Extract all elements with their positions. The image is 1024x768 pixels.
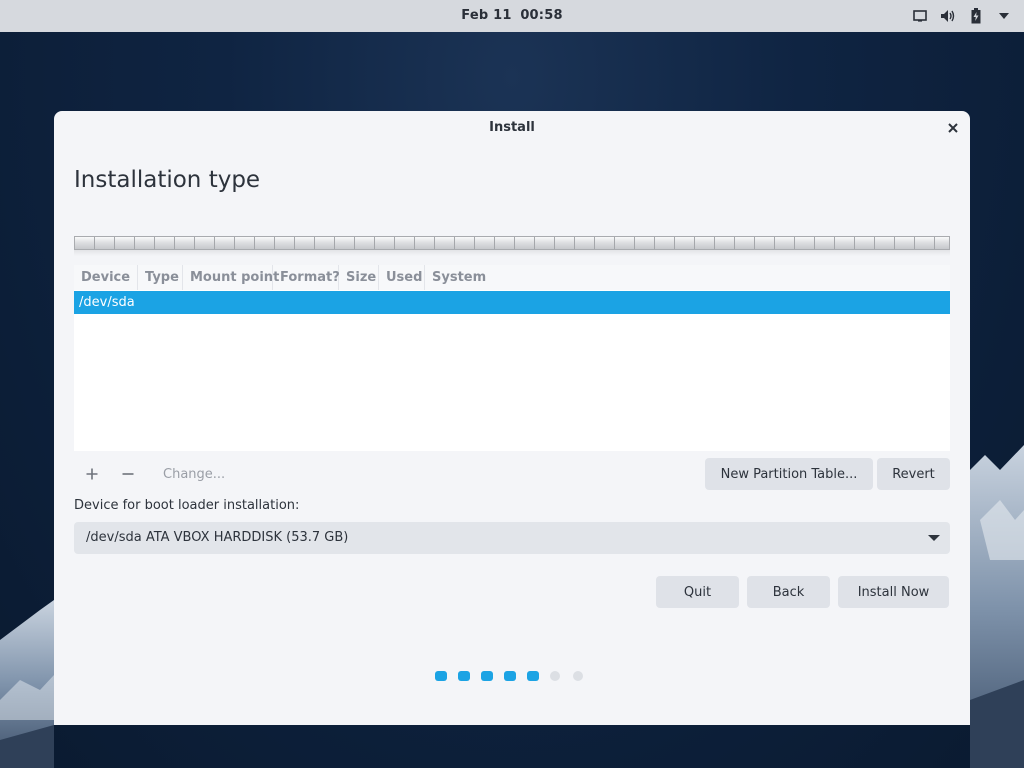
revert-button[interactable]: Revert [877, 458, 950, 490]
clock-date: Feb 11 [461, 8, 512, 23]
progress-dot [458, 671, 470, 681]
partition-table: Device Type Mount point Format? Size Use… [74, 265, 950, 451]
column-header-mount-point[interactable]: Mount point [183, 265, 279, 290]
boot-loader-value: /dev/sda ATA VBOX HARDDISK (53.7 GB) [86, 530, 349, 545]
progress-dot [550, 671, 560, 681]
chevron-down-icon [928, 535, 940, 541]
column-header-used[interactable]: Used [379, 265, 425, 290]
plus-icon [86, 468, 98, 480]
page-title: Installation type [74, 167, 261, 193]
column-header-system[interactable]: System [425, 265, 950, 290]
window-titlebar[interactable]: Install [54, 111, 970, 145]
display-icon[interactable] [910, 6, 930, 26]
progress-dot [481, 671, 493, 681]
clock[interactable]: Feb 11 00:58 [0, 0, 1024, 32]
row-device: /dev/sda [79, 295, 135, 310]
progress-dot [504, 671, 516, 681]
progress-dot [527, 671, 539, 681]
install-now-button[interactable]: Install Now [838, 576, 949, 608]
installer-window: Install Installation type Device Type Mo… [54, 111, 970, 725]
partition-bar [74, 236, 950, 250]
partition-toolbar: Change... New Partition Table... Revert [74, 458, 950, 490]
battery-icon[interactable] [966, 6, 986, 26]
menu-chevron-icon[interactable] [994, 6, 1014, 26]
new-partition-table-button[interactable]: New Partition Table... [705, 458, 873, 490]
minus-icon [122, 473, 134, 475]
progress-dot [573, 671, 583, 681]
progress-indicator [435, 671, 596, 683]
back-button[interactable]: Back [747, 576, 830, 608]
system-tray [902, 0, 1014, 32]
boot-loader-select[interactable]: /dev/sda ATA VBOX HARDDISK (53.7 GB) [74, 522, 950, 554]
column-header-device[interactable]: Device [74, 265, 138, 290]
table-row[interactable]: /dev/sda [74, 291, 950, 314]
table-header: Device Type Mount point Format? Size Use… [74, 265, 950, 290]
progress-dot [435, 671, 447, 681]
top-panel: Feb 11 00:58 [0, 0, 1024, 32]
remove-partition-button[interactable] [116, 458, 140, 490]
window-title: Install [489, 120, 535, 135]
boot-loader-label: Device for boot loader installation: [74, 498, 300, 513]
add-partition-button[interactable] [80, 458, 104, 490]
clock-time: 00:58 [520, 8, 563, 23]
partition-bar-shadow [74, 250, 950, 256]
column-header-size[interactable]: Size [339, 265, 379, 290]
volume-icon[interactable] [938, 6, 958, 26]
close-icon[interactable] [944, 119, 962, 137]
column-header-type[interactable]: Type [138, 265, 183, 290]
change-partition-button[interactable]: Change... [156, 458, 246, 490]
quit-button[interactable]: Quit [656, 576, 739, 608]
column-header-format[interactable]: Format? [273, 265, 340, 290]
